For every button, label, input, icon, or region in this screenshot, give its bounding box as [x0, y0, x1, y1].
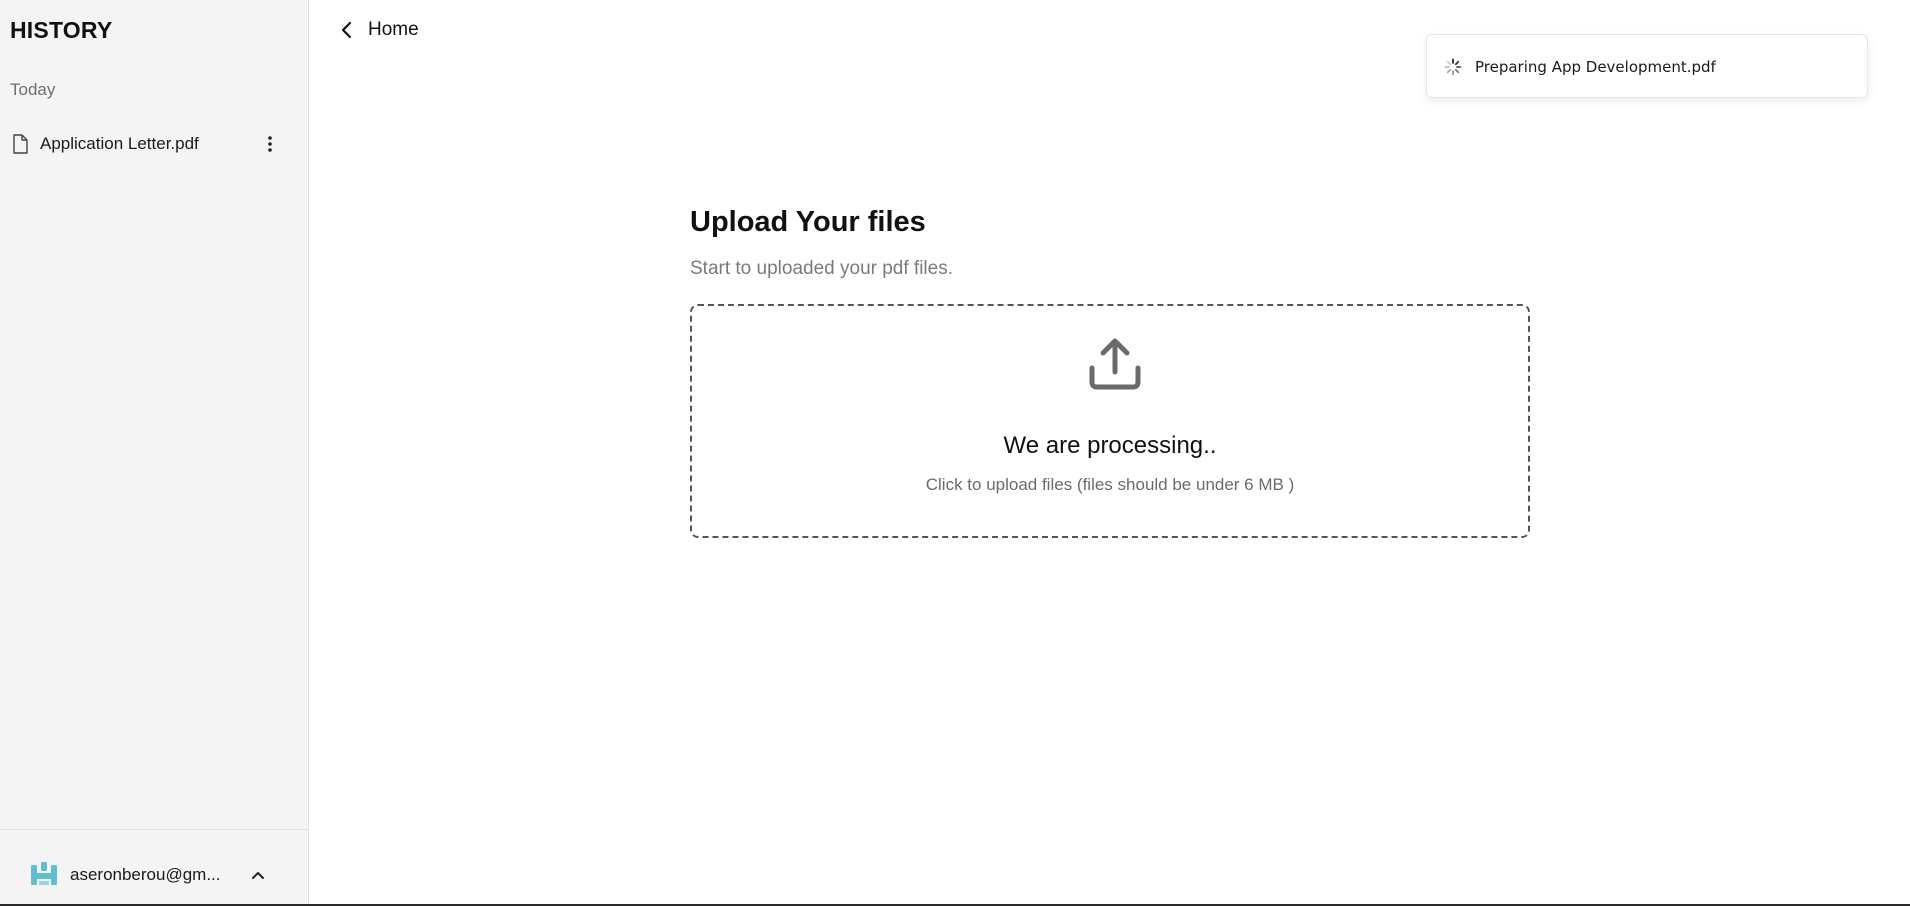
page-title: Upload Your files	[690, 206, 926, 238]
history-item[interactable]: Application Letter.pdf	[0, 128, 300, 160]
user-menu-button[interactable]: aseronberou@gm...	[30, 860, 280, 890]
file-icon	[12, 134, 28, 154]
toast-notification: Preparing App Development.pdf	[1426, 34, 1868, 98]
more-options-icon[interactable]	[260, 132, 280, 156]
history-item-label: Application Letter.pdf	[40, 134, 199, 153]
spinner-icon	[1444, 58, 1462, 76]
upload-hint: Click to upload files (files should be u…	[925, 475, 1295, 494]
processing-status: We are processing..	[1003, 432, 1217, 459]
sidebar-title: HISTORY	[10, 17, 113, 43]
toast-message: Preparing App Development.pdf	[1475, 58, 1716, 76]
back-home-link[interactable]: Home	[338, 16, 419, 44]
page-subtitle: Start to uploaded your pdf files.	[690, 258, 953, 279]
file-dropzone[interactable]: We are processing.. Click to upload file…	[690, 304, 1530, 538]
sidebar-footer: aseronberou@gm...	[0, 829, 308, 906]
upload-icon	[1087, 336, 1143, 392]
user-email: aseronberou@gm...	[70, 865, 221, 884]
chevron-left-icon	[341, 21, 352, 39]
avatar-logo-icon	[30, 861, 58, 889]
sidebar: HISTORY Today Application Letter.pdf ase…	[0, 0, 309, 906]
section-label-today: Today	[10, 80, 56, 99]
app-window: HISTORY Today Application Letter.pdf ase…	[0, 0, 1910, 906]
back-home-label: Home	[368, 19, 419, 40]
chevron-up-icon[interactable]	[250, 867, 266, 883]
